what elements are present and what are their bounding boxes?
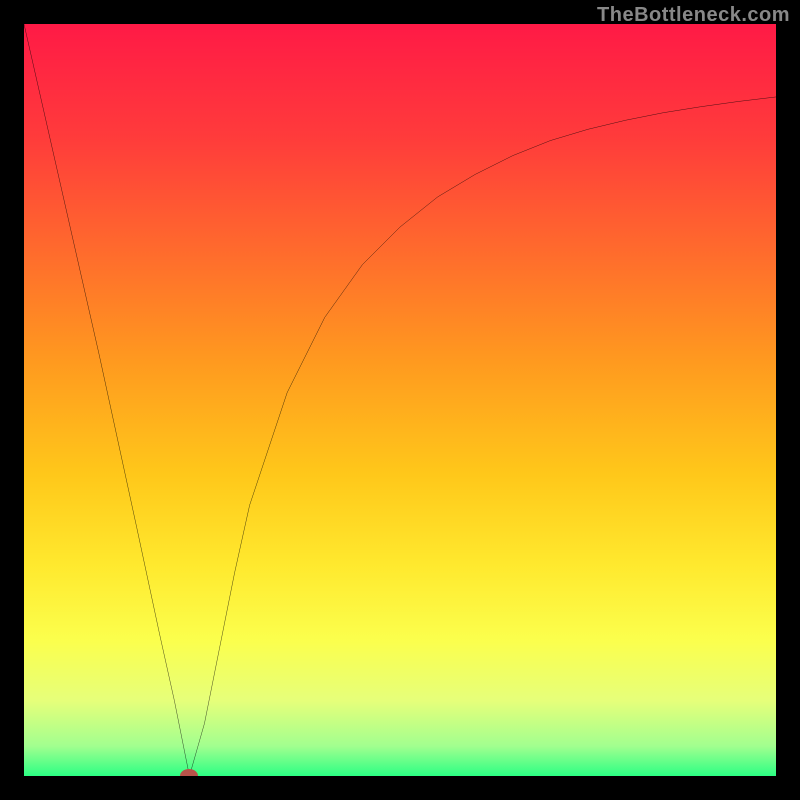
curve-path <box>24 24 776 776</box>
optimal-marker <box>180 769 198 776</box>
chart-frame: TheBottleneck.com <box>0 0 800 800</box>
bottleneck-curve <box>24 24 776 776</box>
watermark: TheBottleneck.com <box>597 4 790 27</box>
plot-area <box>24 24 776 776</box>
